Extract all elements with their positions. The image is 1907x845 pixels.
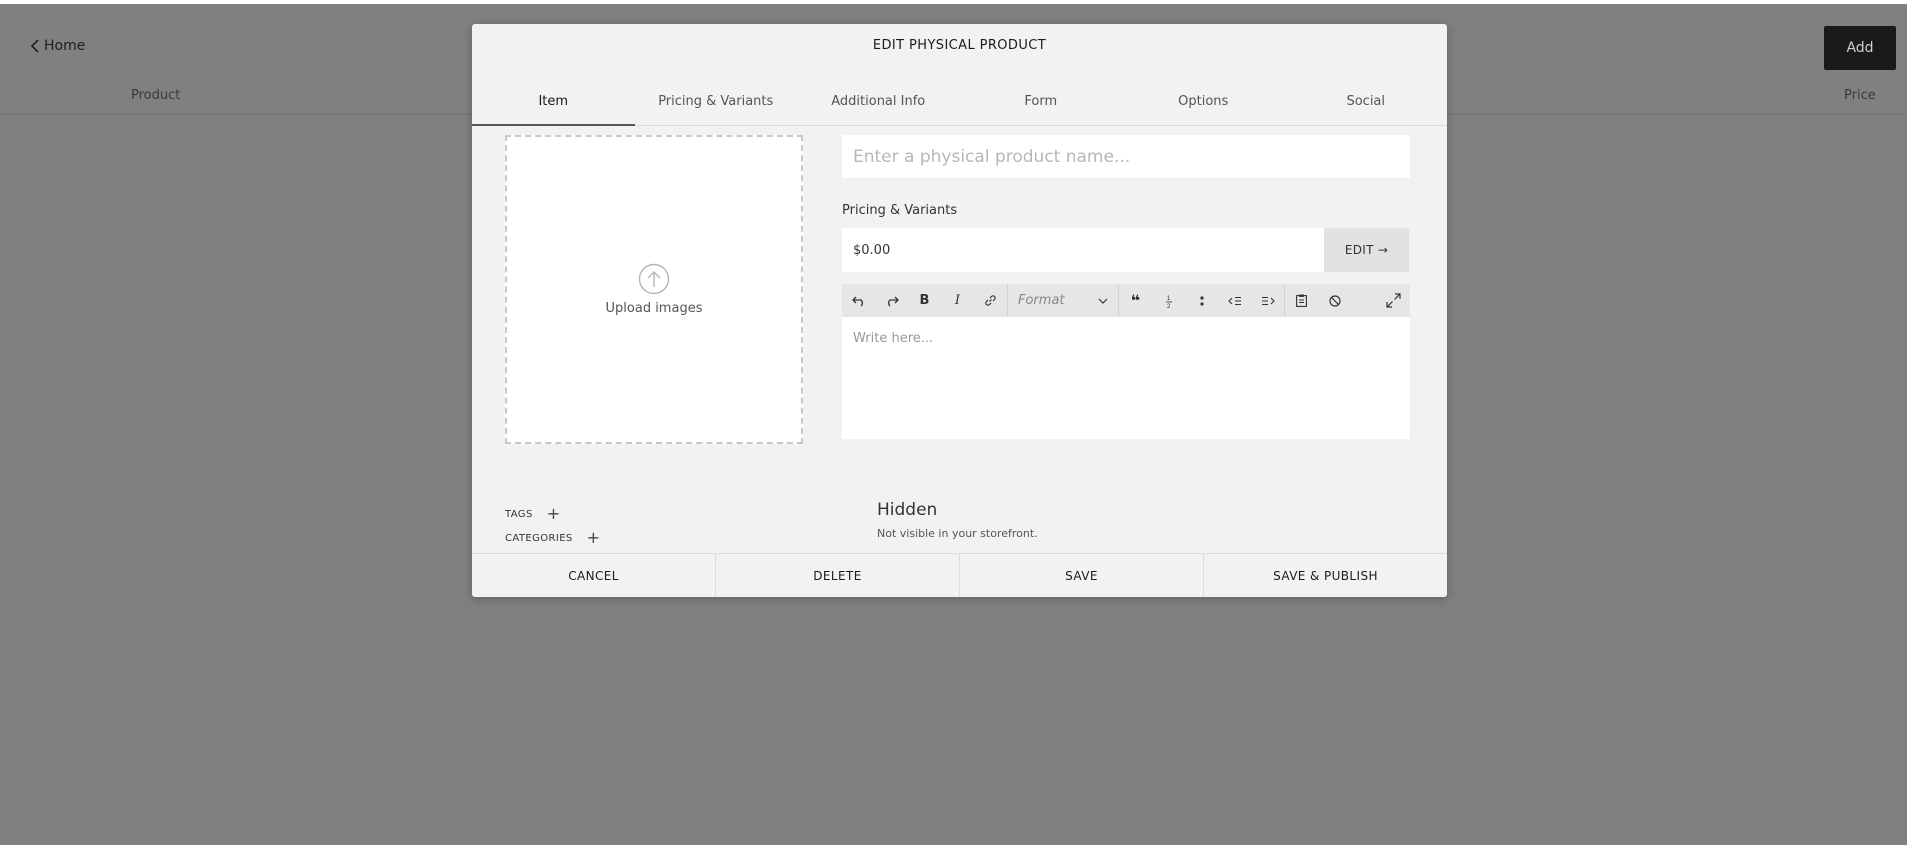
bold-icon[interactable]: B xyxy=(908,284,941,317)
add-button[interactable]: Add xyxy=(1824,26,1896,70)
ordered-list-icon[interactable]: 12 xyxy=(1152,284,1185,317)
save-button[interactable]: SAVE xyxy=(960,554,1204,597)
cancel-button[interactable]: CANCEL xyxy=(472,554,716,597)
fullscreen-icon[interactable] xyxy=(1377,284,1410,317)
dialog-title: EDIT PHYSICAL PRODUCT xyxy=(872,38,1047,53)
tab-additional-info[interactable]: Additional Info xyxy=(797,78,960,125)
tab-form[interactable]: Form xyxy=(960,78,1123,125)
upload-arrow-icon xyxy=(638,263,670,295)
save-publish-button[interactable]: SAVE & PUBLISH xyxy=(1204,554,1447,597)
tags-row: TAGS + xyxy=(505,506,561,522)
tab-options[interactable]: Options xyxy=(1122,78,1285,125)
dialog-footer: CANCEL DELETE SAVE SAVE & PUBLISH xyxy=(472,553,1447,597)
chevron-left-icon xyxy=(30,39,39,53)
delete-button[interactable]: DELETE xyxy=(716,554,960,597)
image-upload-area[interactable]: Upload images xyxy=(505,135,803,444)
blockquote-icon[interactable]: ❝ xyxy=(1119,284,1152,317)
format-label: Format xyxy=(1018,293,1065,308)
italic-icon[interactable]: I xyxy=(941,284,974,317)
home-label: Home xyxy=(44,38,86,54)
product-column-header: Product xyxy=(131,88,181,103)
editor-toolbar: B I Format ❝ 12 xyxy=(842,284,1410,317)
pricing-variants-label: Pricing & Variants xyxy=(842,203,958,218)
tab-social[interactable]: Social xyxy=(1285,78,1448,125)
page: Home Add Product Price EDIT PHYSICAL PRO… xyxy=(0,0,1907,845)
tab-bar: Item Pricing & Variants Additional Info … xyxy=(472,78,1447,126)
bullet-list-icon[interactable] xyxy=(1185,284,1218,317)
clear-format-icon[interactable] xyxy=(1318,284,1351,317)
link-icon[interactable] xyxy=(974,284,1007,317)
price-field[interactable]: $0.00 xyxy=(842,228,1324,272)
visibility-description: Not visible in your storefront. xyxy=(877,527,1038,540)
description-editor[interactable]: Write here... xyxy=(842,317,1410,439)
paste-icon[interactable] xyxy=(1285,284,1318,317)
chevron-down-icon xyxy=(1098,298,1108,304)
svg-text:1: 1 xyxy=(1167,296,1171,302)
outdent-icon[interactable] xyxy=(1218,284,1251,317)
edit-product-dialog: EDIT PHYSICAL PRODUCT Item Pricing & Var… xyxy=(472,24,1447,597)
tab-item[interactable]: Item xyxy=(472,78,635,126)
add-tag-icon[interactable]: + xyxy=(547,506,561,522)
undo-icon[interactable] xyxy=(842,284,875,317)
product-name-input[interactable] xyxy=(842,135,1410,178)
home-back-link[interactable]: Home xyxy=(30,38,85,54)
edit-pricing-button[interactable]: EDIT → xyxy=(1324,228,1409,272)
top-strip xyxy=(0,0,1907,4)
upload-images-label: Upload images xyxy=(605,301,703,316)
add-category-icon[interactable]: + xyxy=(587,530,601,546)
tags-label: TAGS xyxy=(505,508,533,520)
visibility-status[interactable]: Hidden xyxy=(877,500,937,520)
svg-text:2: 2 xyxy=(1167,304,1171,308)
format-dropdown[interactable]: Format xyxy=(1008,284,1118,317)
categories-label: CATEGORIES xyxy=(505,532,573,544)
redo-icon[interactable] xyxy=(875,284,908,317)
tab-pricing-variants[interactable]: Pricing & Variants xyxy=(635,78,798,125)
categories-row: CATEGORIES + xyxy=(505,530,600,546)
price-column-header: Price xyxy=(1844,88,1876,103)
indent-icon[interactable] xyxy=(1251,284,1284,317)
